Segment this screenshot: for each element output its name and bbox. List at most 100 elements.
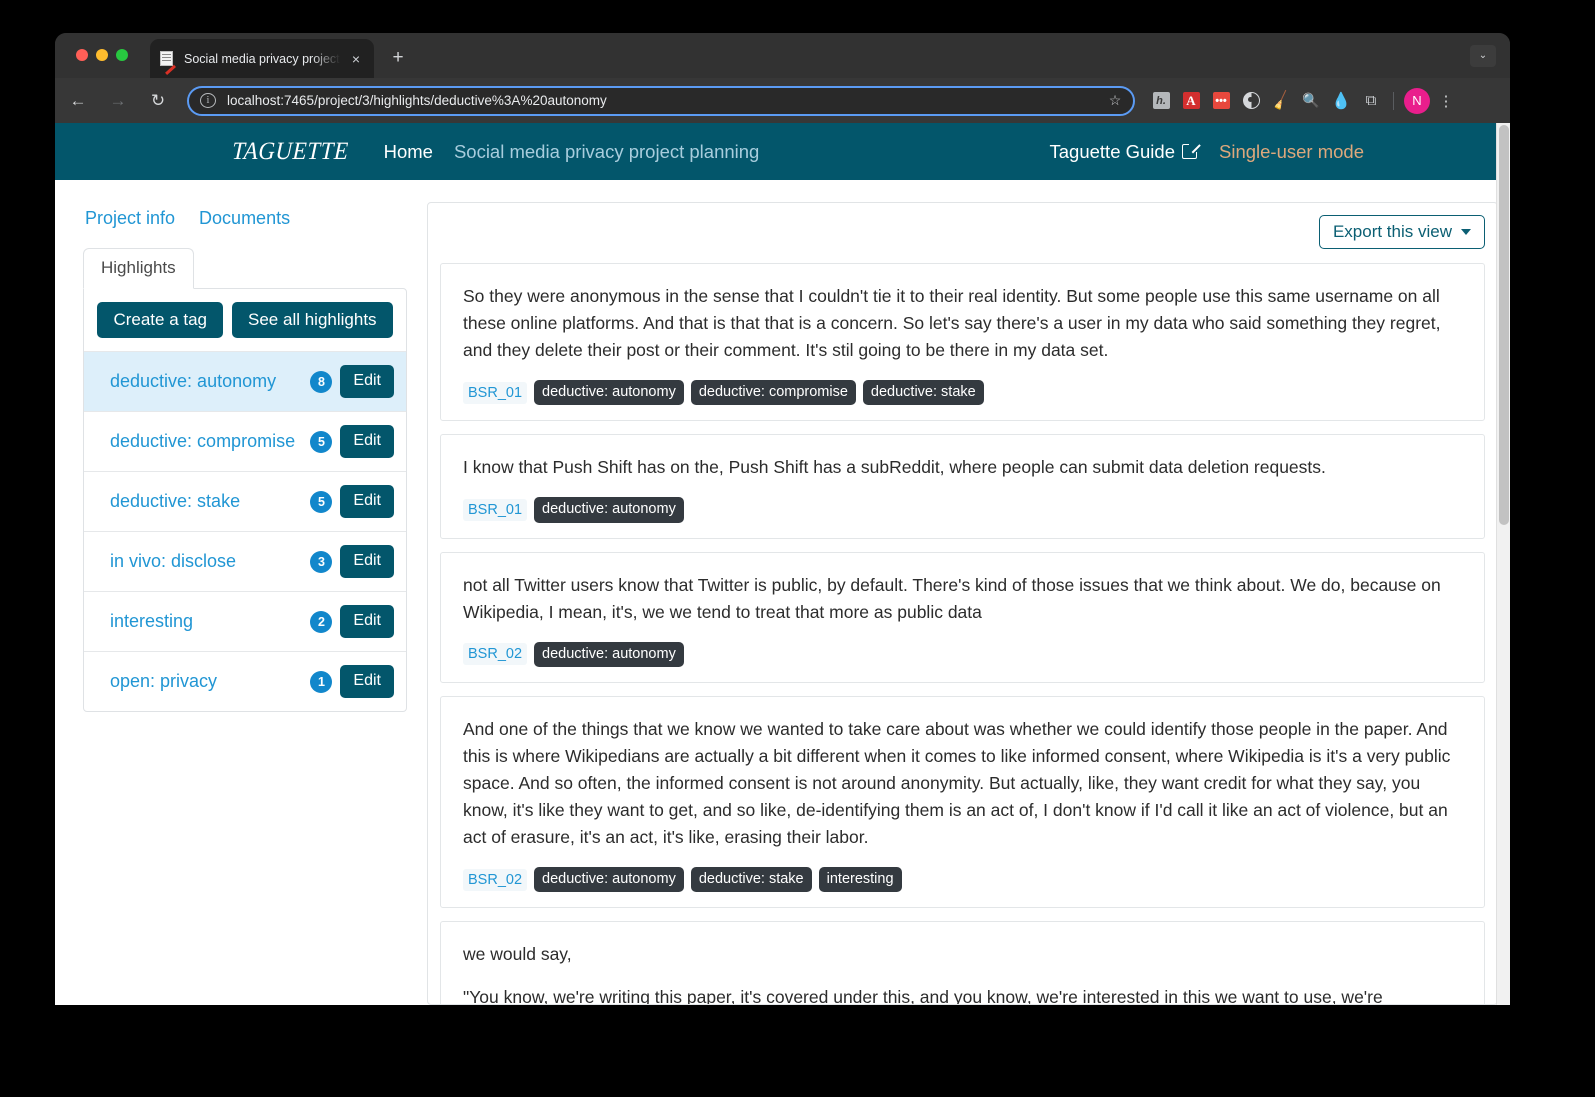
page-viewport: TAGUETTE Home Social media privacy proje…: [55, 123, 1510, 1005]
edit-tag-button[interactable]: Edit: [340, 665, 394, 698]
minimize-window-button[interactable]: [96, 49, 108, 61]
highlight-card[interactable]: not all Twitter users know that Twitter …: [440, 551, 1485, 684]
browser-toolbar: ← → ↻ i localhost:7465/project/3/highlig…: [55, 78, 1510, 123]
tag-name-link[interactable]: deductive: compromise: [110, 429, 310, 453]
close-window-button[interactable]: [76, 49, 88, 61]
highlight-meta: BSR_02 deductive: autonomy: [463, 641, 1462, 668]
highlight-meta: BSR_02 deductive: autonomy deductive: stak…: [463, 866, 1462, 893]
export-button-label: Export this view: [1332, 222, 1452, 241]
external-link-icon: [1182, 140, 1201, 159]
export-row: Export this view: [440, 215, 1485, 249]
highlight-text: we would say,: [463, 944, 572, 965]
browser-menu-icon[interactable]: ⋮: [1432, 92, 1460, 110]
tag-count-badge: 5: [310, 490, 333, 513]
new-tab-button[interactable]: +: [385, 46, 411, 72]
browser-tab-title: Social media privacy project p: [184, 51, 347, 66]
page-body: Project info Documents Highlights Create…: [55, 180, 1510, 1005]
tag-row[interactable]: deductive: compromise 5 Edit: [84, 411, 406, 471]
tag-row[interactable]: deductive: stake 5 Edit: [84, 471, 406, 531]
sidebar-link-documents[interactable]: Documents: [199, 208, 290, 229]
tag-panel: Create a tag See all highlights deductiv…: [83, 288, 407, 712]
export-this-view-button[interactable]: Export this view: [1318, 215, 1485, 249]
highlight-list: So they were anonymous in the sense that…: [440, 263, 1485, 1005]
see-all-highlights-button[interactable]: See all highlights: [232, 302, 393, 338]
document-link[interactable]: BSR_02: [463, 868, 528, 891]
tag-name-link[interactable]: interesting: [110, 609, 310, 633]
tag-row[interactable]: deductive: autonomy 8 Edit: [84, 351, 406, 411]
drop-extension-icon[interactable]: 💧: [1326, 86, 1356, 116]
hypothesis-extension-icon[interactable]: h.: [1146, 86, 1176, 116]
highlights-panel: Export this view So they were anonymous …: [427, 202, 1498, 1005]
tag-count-badge: 2: [310, 610, 333, 633]
highlight-tag-chip[interactable]: deductive: stake: [690, 866, 812, 893]
extension-icons: h. A ••• 🧹 🔍 💧 ⧉ N ⋮: [1146, 86, 1460, 116]
highlight-card[interactable]: I know that Push Shift has on the, Push …: [440, 434, 1485, 539]
maximize-window-button[interactable]: [116, 49, 128, 61]
tag-list: deductive: autonomy 8 Edit deductive: compr…: [84, 351, 406, 711]
back-button[interactable]: ←: [61, 84, 95, 118]
highlight-card[interactable]: we would say, "You know, we're writing th…: [440, 921, 1485, 1005]
highlight-tag-chip[interactable]: interesting: [818, 866, 902, 893]
reload-button[interactable]: ↻: [141, 84, 175, 118]
browser-window: Social media privacy project p × + ⌄ ← →…: [55, 33, 1510, 1005]
bookmark-star-icon[interactable]: ☆: [1107, 92, 1123, 109]
nav-guide-link[interactable]: Taguette Guide: [1049, 140, 1201, 163]
highlight-tag-chip[interactable]: deductive: autonomy: [534, 497, 684, 523]
puzzle-extensions-menu-icon[interactable]: ⧉: [1356, 86, 1386, 116]
adobe-acrobat-extension-icon[interactable]: A: [1176, 86, 1206, 116]
tag-name-link[interactable]: in vivo: disclose: [110, 549, 310, 573]
edit-tag-button[interactable]: Edit: [340, 545, 394, 578]
document-pencil-icon: [159, 50, 176, 75]
nav-guide-label: Taguette Guide: [1049, 140, 1175, 162]
avatar[interactable]: N: [1404, 87, 1430, 114]
browser-tab[interactable]: Social media privacy project p ×: [150, 39, 374, 78]
broom-extension-icon[interactable]: 🧹: [1266, 86, 1296, 116]
highlight-card[interactable]: And one of the things that we know we wa…: [440, 696, 1485, 909]
tag-name-link[interactable]: deductive: autonomy: [110, 369, 310, 393]
chevron-down-icon[interactable]: ⌄: [1470, 45, 1496, 67]
url-text: localhost:7465/project/3/highlights/dedu…: [227, 93, 607, 108]
caret-down-icon: [1461, 228, 1471, 235]
tag-name-link[interactable]: deductive: stake: [110, 489, 310, 513]
site-info-icon[interactable]: i: [200, 93, 216, 108]
close-icon[interactable]: ×: [347, 50, 365, 68]
browser-tab-strip: Social media privacy project p × + ⌄: [55, 33, 1510, 78]
dark-reader-extension-icon[interactable]: [1236, 86, 1266, 116]
page-scrollbar[interactable]: [1496, 123, 1510, 1005]
forward-button[interactable]: →: [101, 84, 135, 118]
tag-row[interactable]: in vivo: disclose 3 Edit: [84, 531, 406, 591]
document-link[interactable]: BSR_02: [463, 643, 528, 666]
highlight-tag-chip[interactable]: deductive: autonomy: [534, 641, 684, 668]
highlight-tag-chip[interactable]: deductive: autonomy: [534, 379, 684, 406]
sidebar-link-project-info[interactable]: Project info: [85, 208, 175, 229]
app-navbar: TAGUETTE Home Social media privacy proje…: [55, 123, 1510, 180]
tag-row[interactable]: open: privacy 1 Edit: [84, 651, 406, 711]
tag-row[interactable]: interesting 2 Edit: [84, 591, 406, 651]
taguette-logo[interactable]: TAGUETTE: [231, 138, 349, 166]
tag-name-link[interactable]: open: privacy: [110, 669, 310, 693]
document-link[interactable]: BSR_01: [463, 499, 528, 521]
highlight-card[interactable]: So they were anonymous in the sense that…: [440, 263, 1485, 422]
nav-home-link[interactable]: Home: [384, 141, 433, 163]
magnifier-extension-icon[interactable]: 🔍: [1296, 86, 1326, 116]
create-tag-button[interactable]: Create a tag: [97, 302, 224, 338]
highlight-text: not all Twitter users know that Twitter …: [463, 574, 1441, 622]
tab-highlights[interactable]: Highlights: [83, 248, 194, 289]
sidebar: Project info Documents Highlights Create…: [67, 202, 417, 1005]
highlight-tag-chip[interactable]: deductive: compromise: [690, 379, 856, 406]
red-dots-extension-icon[interactable]: •••: [1206, 86, 1236, 116]
document-link[interactable]: BSR_01: [463, 381, 528, 404]
tag-count-badge: 5: [310, 430, 333, 453]
address-bar[interactable]: i localhost:7465/project/3/highlights/de…: [187, 85, 1135, 116]
scrollbar-thumb[interactable]: [1499, 125, 1509, 525]
edit-tag-button[interactable]: Edit: [340, 605, 394, 638]
nav-project-link[interactable]: Social media privacy project planning: [454, 141, 759, 163]
highlight-tag-chip[interactable]: deductive: autonomy: [534, 866, 684, 893]
edit-tag-button[interactable]: Edit: [340, 365, 394, 398]
highlight-text: "You know, we're writing this paper, it'…: [463, 987, 1383, 1005]
edit-tag-button[interactable]: Edit: [340, 425, 394, 458]
edit-tag-button[interactable]: Edit: [340, 485, 394, 518]
highlight-tag-chip[interactable]: deductive: stake: [862, 379, 984, 406]
sidebar-top-links: Project info Documents: [75, 202, 407, 229]
navbar-right-group: Taguette Guide Single-user mode: [1049, 140, 1364, 163]
